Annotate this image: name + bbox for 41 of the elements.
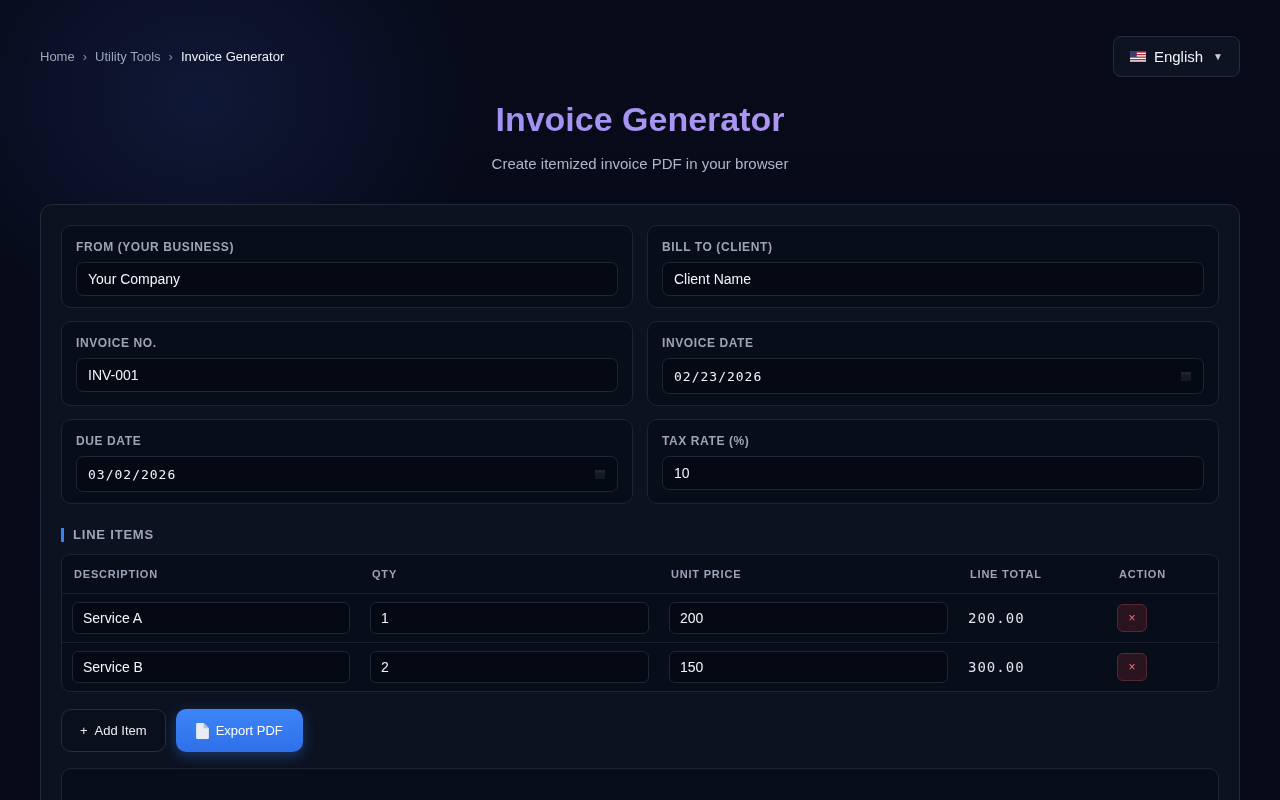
breadcrumb-link[interactable]: Utility Tools	[95, 49, 161, 64]
add-item-button[interactable]: + Add Item	[61, 709, 166, 752]
language-selector[interactable]: English ▼	[1112, 36, 1240, 77]
field-label: INVOICE NO.	[76, 336, 158, 350]
input-field[interactable]: 10	[662, 456, 1204, 490]
field-label: INVOICE DATE	[662, 336, 755, 350]
input-field[interactable]: Your Company	[76, 262, 618, 296]
column-header: LINE TOTAL	[969, 568, 1043, 580]
input-field[interactable]: 03/02/2026	[76, 456, 618, 492]
breadcrumb-link[interactable]: Home	[40, 49, 75, 64]
column-header: ACTION	[1118, 568, 1167, 580]
calendar-icon[interactable]	[1180, 370, 1192, 382]
breadcrumb-separator: ›	[168, 49, 173, 64]
field-label: FROM (YOUR BUSINESS)	[76, 240, 235, 254]
field-label: DUE DATE	[76, 434, 143, 448]
field-label: TAX RATE (%)	[662, 434, 751, 448]
price-field[interactable]: 200	[669, 602, 948, 634]
description-field[interactable]: Service A	[72, 602, 350, 634]
section-heading: LINE ITEMS	[61, 528, 1219, 542]
export-pdf-button[interactable]: Export PDF	[175, 709, 303, 752]
column-header: UNIT PRICE	[670, 568, 743, 580]
line-total: 200.00	[968, 610, 1025, 626]
page-subtitle: Create itemized invoice PDF in your browser	[490, 155, 790, 172]
column-header: QTY	[371, 568, 398, 580]
input-field[interactable]: Client Name	[662, 262, 1204, 296]
column-header: DESCRIPTION	[73, 568, 159, 580]
price-field[interactable]: 150	[669, 651, 948, 683]
quantity-field[interactable]: 2	[370, 651, 649, 683]
quantity-field[interactable]: 1	[370, 602, 649, 634]
current-page-label: Invoice Generator	[180, 49, 285, 64]
line-total: 300.00	[968, 659, 1025, 675]
delete-button[interactable]: ×	[1117, 653, 1147, 681]
input-field[interactable]: INV-001	[76, 358, 618, 392]
field-label: BILL TO (CLIENT)	[662, 240, 774, 254]
delete-button[interactable]: ×	[1117, 604, 1147, 632]
calendar-icon[interactable]	[594, 468, 606, 480]
breadcrumb-separator: ›	[82, 49, 88, 64]
description-field[interactable]: Service B	[72, 651, 350, 683]
document-icon	[195, 722, 209, 739]
input-field[interactable]: 02/23/2026	[662, 358, 1204, 394]
flag-icon	[1129, 51, 1146, 62]
